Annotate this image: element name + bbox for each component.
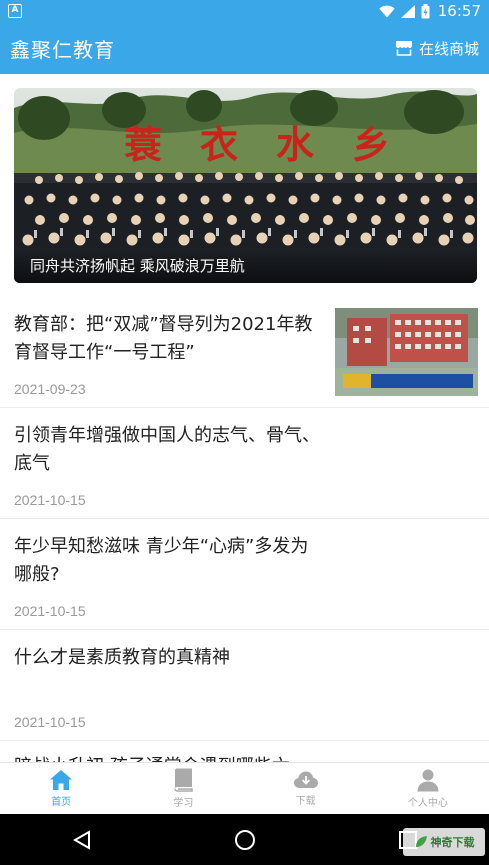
news-title: 教育部：把“双减”督导列为2021年教育督导工作“一号工程” (14, 314, 313, 363)
news-date: 2021-10-15 (14, 714, 86, 730)
home-system-button[interactable] (225, 820, 265, 860)
news-item[interactable]: 什么才是素质教育的真精神 2021-10-15 (0, 630, 489, 741)
nav-item-download[interactable]: 下载 (245, 763, 367, 814)
wifi-icon (379, 5, 395, 17)
nav-item-study[interactable]: 学习 (122, 763, 244, 814)
nav-label-profile: 个人中心 (407, 798, 448, 809)
news-item[interactable]: 教育部：把“双减”督导列为2021年教育督导工作“一号工程” 2021-09-2… (0, 297, 489, 408)
news-title: 什么才是素质教育的真精神 (14, 647, 230, 668)
news-date: 2021-10-15 (14, 492, 86, 508)
banner-red-characters: 蓑衣水乡 (124, 122, 428, 167)
cloud-download-icon (293, 771, 318, 788)
nav-item-profile[interactable]: 个人中心 (367, 763, 489, 814)
nav-label-download: 下载 (295, 796, 316, 807)
watermark-logo: 神奇下载 (403, 828, 485, 856)
nav-label-study: 学习 (173, 798, 194, 809)
back-triangle-icon (72, 829, 90, 850)
news-thumbnail (335, 308, 478, 396)
news-item[interactable]: 暗战小升初 孩子通常会遇到哪些六 (0, 741, 489, 762)
news-title: 引领青年增强做中国人的志气、骨气、底气 (14, 425, 320, 474)
watermark-text: 神奇下载 (430, 836, 475, 849)
online-store-label: 在线商城 (418, 39, 479, 58)
book-icon (174, 768, 194, 792)
news-feed[interactable]: 蓑衣水乡 同舟共济扬帆起 乘风破浪万里航 教育部：把“双减”督导列为2021年教… (0, 74, 489, 762)
banner-caption: 同舟共济扬帆起 乘风破浪万里航 (14, 251, 477, 283)
home-circle-icon (234, 829, 255, 850)
bottom-nav: 首页 学习 下载 个人中心 (0, 762, 489, 814)
app-icon: A (8, 4, 22, 18)
status-time: 16:57 (437, 2, 481, 20)
back-button[interactable] (62, 820, 102, 860)
battery-icon (421, 3, 430, 18)
nav-label-home: 首页 (51, 797, 72, 808)
store-icon (395, 41, 412, 56)
status-bar: A 16:57 (0, 0, 489, 22)
news-item[interactable]: 年少早知愁滋味 青少年“心病”多发为哪般? 2021-10-15 (0, 519, 489, 630)
news-item[interactable]: 引领青年增强做中国人的志气、骨气、底气 2021-10-15 (0, 408, 489, 519)
home-icon (50, 770, 73, 790)
leaf-icon (415, 836, 427, 847)
nav-item-home[interactable]: 首页 (0, 763, 122, 814)
person-icon (417, 769, 439, 792)
online-store-button[interactable]: 在线商城 (395, 38, 479, 59)
banner-carousel[interactable]: 蓑衣水乡 同舟共济扬帆起 乘风破浪万里航 (14, 88, 477, 283)
news-date: 2021-10-15 (14, 603, 86, 619)
signal-icon (400, 4, 415, 18)
news-title: 年少早知愁滋味 青少年“心病”多发为哪般? (14, 536, 309, 585)
app-header: 鑫聚仁教育 在线商城 (0, 22, 489, 74)
news-date: 2021-09-23 (14, 381, 86, 397)
app-title: 鑫聚仁教育 (10, 37, 115, 62)
news-title: 暗战小升初 孩子通常会遇到哪些六 (14, 753, 344, 762)
